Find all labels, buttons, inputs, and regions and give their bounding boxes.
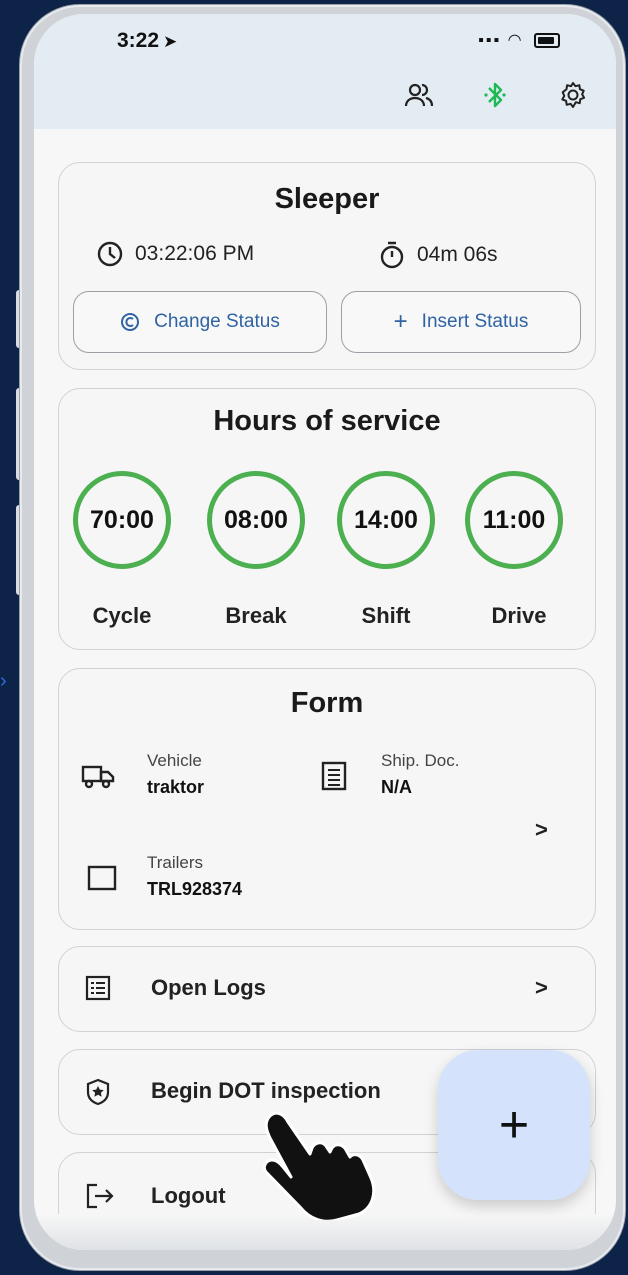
trailer-icon (87, 865, 117, 891)
pointing-hand-icon (262, 1111, 376, 1220)
current-time: 03:22:06 PM (97, 241, 254, 267)
bluetooth-icon[interactable] (478, 78, 512, 112)
status-duration-value: 04m 06s (417, 243, 498, 266)
break-ring: 08:00 (207, 471, 305, 569)
add-fab-button[interactable]: + (438, 1050, 590, 1200)
stopwatch-icon (380, 241, 404, 269)
current-time-value: 03:22:06 PM (135, 242, 255, 265)
vehicle-field: Vehicle traktor (147, 751, 204, 798)
insert-status-button[interactable]: + Insert Status (341, 291, 581, 353)
hours-of-service-card: Hours of service 70:00 08:00 14:00 11:00… (58, 388, 596, 650)
chevron-right-icon: > (535, 975, 548, 1000)
insert-status-label: Insert Status (421, 311, 529, 332)
ship-doc-field: Ship. Doc. N/A (381, 751, 459, 798)
signal-icon: ▪▪▪ (478, 32, 502, 49)
form-title: Form (290, 687, 364, 719)
ship-doc-label: Ship. Doc. (381, 751, 460, 770)
cycle-label: Cycle (92, 603, 152, 628)
drivers-icon[interactable] (402, 78, 436, 112)
trailers-value: TRL928374 (147, 879, 243, 899)
gear-icon[interactable] (556, 78, 590, 112)
logout-label: Logout (151, 1183, 226, 1208)
drive-label: Drive (491, 603, 547, 628)
plus-icon: + (393, 308, 408, 335)
shift-label: Shift (361, 603, 411, 628)
trailers-label: Trailers (147, 853, 204, 872)
duty-status-card: Sleeper 03:22:06 PM 04m 06s Change Statu… (58, 162, 596, 370)
status-duration: 04m 06s (379, 241, 498, 269)
break-label: Break (225, 603, 287, 628)
plus-icon: + (498, 1096, 530, 1154)
shield-star-icon (86, 1078, 110, 1106)
duty-status-title: Sleeper (274, 183, 380, 215)
clock-icon (97, 241, 123, 267)
document-list-icon (321, 761, 347, 791)
app-top-bar: 3:22 ➤ ▪▪▪ ◠ (34, 14, 616, 129)
dot-inspection-label: Begin DOT inspection (151, 1078, 381, 1103)
hours-of-service-title: Hours of service (213, 405, 441, 437)
vehicle-value: traktor (147, 777, 205, 797)
battery-icon (534, 33, 560, 49)
change-status-button[interactable]: Change Status (73, 291, 327, 353)
chevron-right-icon[interactable]: > (535, 817, 548, 843)
chevron-right-icon: › (0, 670, 7, 692)
trailers-field: Trailers TRL928374 (147, 853, 242, 900)
wifi-icon: ◠ (507, 32, 524, 49)
open-logs-label: Open Logs (151, 975, 266, 1000)
open-logs-item[interactable]: Open Logs > (58, 946, 596, 1032)
location-arrow-icon: ➤ (163, 32, 178, 51)
cycle-ring: 70:00 (73, 471, 171, 569)
logs-list-icon (85, 975, 111, 1001)
drive-ring: 11:00 (465, 471, 563, 569)
shift-ring: 14:00 (337, 471, 435, 569)
status-circle-icon (121, 313, 140, 331)
logout-icon (86, 1183, 114, 1209)
status-bar-time: 3:22 ➤ (117, 29, 178, 52)
status-bar-icons: ▪▪▪ ◠ (478, 30, 560, 50)
change-status-label: Change Status (154, 311, 280, 332)
truck-icon (81, 765, 115, 789)
vehicle-label: Vehicle (147, 751, 202, 770)
form-card[interactable]: Form Vehicle traktor Ship. Doc. N/A > Tr… (58, 668, 596, 930)
ship-doc-value: N/A (381, 777, 412, 797)
